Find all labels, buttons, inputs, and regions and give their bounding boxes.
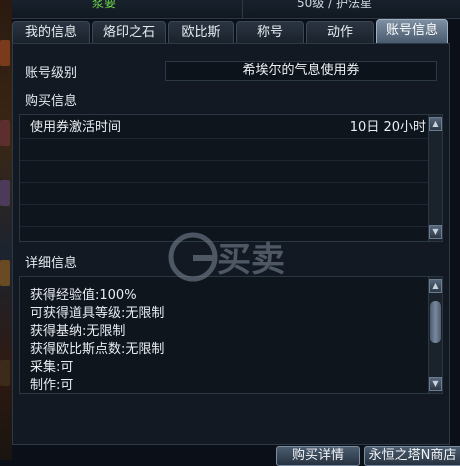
tab-brand-stone[interactable]: 烙印之石 — [92, 21, 166, 43]
list-item-empty — [20, 161, 432, 183]
left-edge-chip — [0, 40, 10, 66]
left-edge-chip — [0, 180, 10, 206]
left-edge-chip — [0, 260, 10, 286]
purchase-scrollbar[interactable]: ▲ ▼ — [428, 115, 442, 241]
account-level-value: 希埃尔的气息使用券 — [165, 61, 437, 81]
top-left-value: 浆要 — [92, 0, 117, 10]
top-right-value: 50级 / 护法星 — [297, 0, 372, 10]
top-divider — [242, 0, 243, 18]
purchase-info-label: 购买信息 — [25, 94, 78, 109]
top-info-bar: 浆要 50级 / 护法星 — [12, 0, 460, 19]
tab-bar: 我的信息 烙印之石 欧比斯 称号 动作 账号信息 — [12, 19, 450, 43]
left-edge-chip — [0, 360, 10, 386]
list-item-empty — [20, 183, 432, 205]
tab-action[interactable]: 动作 — [306, 21, 374, 43]
purchase-row-name: 使用券激活时间 — [30, 120, 122, 135]
watermark-text: 买卖 — [217, 240, 285, 280]
purchase-row-value: 10日 20小时 — [349, 120, 426, 135]
tab-account-info[interactable]: 账号信息 — [376, 19, 448, 43]
list-item: 使用券激活时间 10日 20小时 — [20, 117, 432, 139]
scroll-up-icon[interactable]: ▲ — [429, 117, 442, 131]
detail-line: 可获得道具等级:无限制 — [30, 306, 165, 321]
tab-my-info[interactable]: 我的信息 — [12, 21, 90, 43]
scroll-thumb[interactable] — [430, 301, 441, 343]
detail-info-list: 获得经验值:100% 可获得道具等级:无限制 获得基纳:无限制 获得欧比斯点数:… — [19, 276, 443, 394]
detail-line: 获得欧比斯点数:无限制 — [30, 342, 165, 357]
detail-info-label: 详细信息 — [25, 256, 78, 271]
scroll-up-icon[interactable]: ▲ — [429, 279, 442, 293]
account-info-panel: 账号级别 希埃尔的气息使用券 购买信息 使用券激活时间 10日 20小时 ▲ ▼… — [12, 43, 450, 445]
account-level-label: 账号级别 — [25, 66, 78, 81]
store-button[interactable]: 永恒之塔N商店 — [364, 446, 460, 466]
detail-line: 获得基纳:无限制 — [30, 324, 126, 339]
tab-obis[interactable]: 欧比斯 — [168, 21, 234, 43]
detail-line: 采集:可 — [30, 360, 74, 375]
purchase-details-button[interactable]: 购买详情 — [276, 446, 360, 466]
scroll-down-icon[interactable]: ▼ — [429, 225, 442, 239]
detail-line: 制作:可 — [30, 378, 74, 393]
list-item-empty — [20, 139, 432, 161]
tab-title[interactable]: 称号 — [236, 21, 304, 43]
left-edge-strip — [0, 0, 12, 460]
detail-line: 获得经验值:100% — [30, 288, 137, 303]
watermark-logo: 买卖 — [168, 232, 285, 282]
scroll-down-icon[interactable]: ▼ — [429, 377, 442, 391]
detail-scrollbar[interactable]: ▲ ▼ — [428, 277, 442, 393]
left-edge-chip — [0, 120, 10, 146]
